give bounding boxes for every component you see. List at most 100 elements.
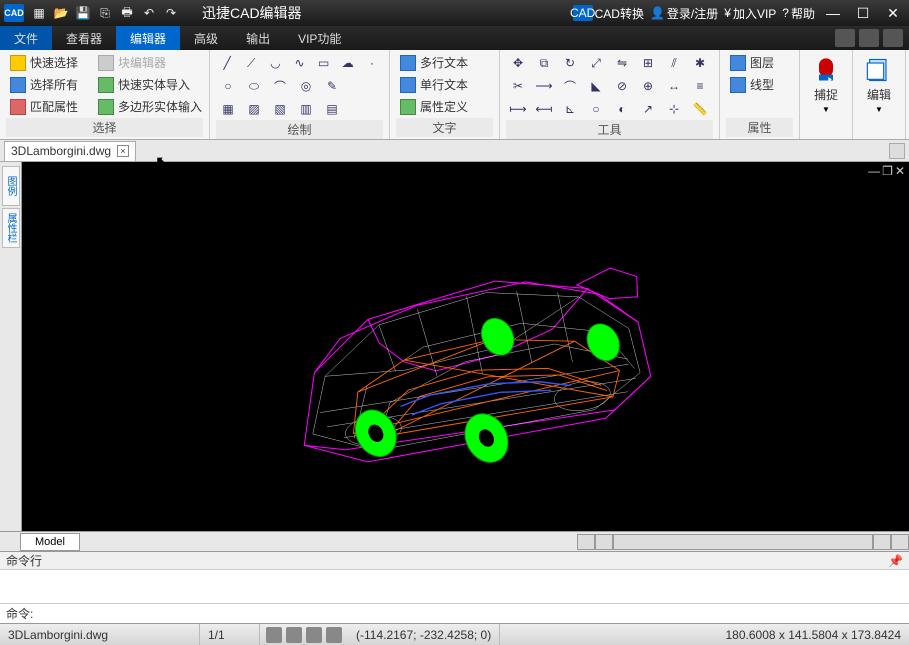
document-tab-label: 3DLamborgini.dwg	[11, 144, 111, 158]
scroll-next-icon[interactable]	[873, 534, 891, 550]
dim1-icon[interactable]: ⟼	[508, 100, 528, 118]
palette-props[interactable]: 属性栏	[2, 208, 20, 248]
scroll-first-icon[interactable]	[577, 534, 595, 550]
cloud-icon[interactable]: ☁	[339, 54, 357, 72]
quickselect-button[interactable]: 快速选择	[6, 52, 82, 73]
polyinput-button[interactable]: 多边形实体输入	[94, 96, 206, 117]
offset-icon[interactable]: ⫽	[664, 54, 684, 72]
join-icon[interactable]: ⊕	[638, 77, 658, 95]
mirror-icon[interactable]: ⇋	[612, 54, 632, 72]
model-tab[interactable]: Model	[20, 533, 80, 551]
measure-icon[interactable]: 📏	[690, 100, 710, 118]
matchprops-button[interactable]: 匹配属性	[6, 96, 82, 117]
status-polar-icon[interactable]	[326, 627, 342, 643]
tool-help-icon[interactable]	[883, 29, 903, 47]
vip-button[interactable]: ¥加入VIP	[724, 5, 776, 22]
edit-button[interactable]: 编辑 ▼	[859, 52, 899, 118]
ellipse-icon[interactable]: ⬭	[244, 77, 264, 95]
dim5-icon[interactable]: ◐	[612, 100, 632, 118]
align-icon[interactable]: ≡	[690, 77, 710, 95]
scroll-prev-icon[interactable]	[595, 534, 613, 550]
palette-legend[interactable]: 图例	[2, 166, 20, 206]
table-icon[interactable]: ▥	[296, 100, 316, 118]
drawing-canvas[interactable]: — ❐ ✕	[22, 162, 909, 531]
layer-button[interactable]: 图层	[726, 52, 793, 73]
region-icon[interactable]: ▨	[244, 100, 264, 118]
close-icon[interactable]: ✕	[881, 3, 905, 23]
maximize-icon[interactable]: ☐	[851, 3, 875, 23]
document-tab[interactable]: 3DLamborgini.dwg ×	[4, 141, 136, 161]
menu-viewer[interactable]: 查看器	[52, 26, 116, 50]
snap-button[interactable]: 捕捉 ▼	[806, 52, 846, 118]
scroll-last-icon[interactable]	[891, 534, 909, 550]
undo-icon[interactable]: ↶	[138, 3, 160, 23]
text-button[interactable]: 单行文本	[396, 74, 493, 95]
rotate-icon[interactable]: ↻	[560, 54, 580, 72]
tab-close-icon[interactable]: ×	[117, 145, 129, 157]
menu-editor[interactable]: 编辑器	[116, 26, 180, 50]
dim4-icon[interactable]: ○	[586, 100, 606, 118]
vp-max-icon[interactable]: ❐	[882, 164, 893, 178]
new-icon[interactable]: ▦	[28, 3, 50, 23]
menu-file[interactable]: 文件	[0, 26, 52, 50]
ucs-icon[interactable]: ⊹	[664, 100, 684, 118]
spline-icon[interactable]: ∿	[290, 54, 308, 72]
selectall-button[interactable]: 选择所有	[6, 74, 82, 95]
copy-icon[interactable]: ⧉	[534, 54, 554, 72]
boundary-icon[interactable]: ▧	[270, 100, 290, 118]
command-input[interactable]: 命令:	[0, 603, 909, 623]
trim-icon[interactable]: ✂	[508, 77, 528, 95]
circle-icon[interactable]: ○	[218, 77, 238, 95]
line-icon[interactable]: ╱	[218, 54, 236, 72]
dim2-icon[interactable]: ⟻	[534, 100, 554, 118]
menu-vip[interactable]: VIP功能	[284, 26, 355, 50]
status-snap-icon[interactable]	[266, 627, 282, 643]
login-button[interactable]: 👤登录/注册	[650, 5, 718, 22]
hatch-icon[interactable]: ▦	[218, 100, 238, 118]
tab-dropdown-icon[interactable]	[889, 143, 905, 159]
help-button[interactable]: ?帮助	[782, 5, 815, 22]
break-icon[interactable]: ⊘	[612, 77, 632, 95]
menu-output[interactable]: 输出	[232, 26, 284, 50]
status-grid-icon[interactable]	[286, 627, 302, 643]
pen-icon[interactable]: ✎	[322, 77, 342, 95]
menu-advanced[interactable]: 高级	[180, 26, 232, 50]
hscrollbar[interactable]	[613, 534, 873, 550]
print-icon[interactable]: 🖶	[116, 3, 138, 23]
rect-icon[interactable]: ▭	[315, 54, 333, 72]
cad-convert-button[interactable]: CADCAD转换	[573, 5, 644, 22]
vp-close-icon[interactable]: ✕	[895, 164, 905, 178]
save-icon[interactable]: 💾	[72, 3, 94, 23]
mtext-button[interactable]: 多行文本	[396, 52, 493, 73]
pin-icon[interactable]: 📌	[888, 554, 903, 568]
array-icon[interactable]: ⊞	[638, 54, 658, 72]
image-icon[interactable]: ▤	[322, 100, 342, 118]
blockedit-button[interactable]: 块编辑器	[94, 52, 170, 73]
tool-brush-icon[interactable]	[835, 29, 855, 47]
move-icon[interactable]: ✥	[508, 54, 528, 72]
stretch-icon[interactable]: ↔	[664, 77, 684, 95]
point-icon[interactable]: ·	[363, 54, 381, 72]
dim3-icon[interactable]: ⊾	[560, 100, 580, 118]
saveall-icon[interactable]: ⎘	[94, 3, 116, 23]
ring-icon[interactable]: ◎	[296, 77, 316, 95]
minimize-icon[interactable]: —	[821, 3, 845, 23]
attrdef-button[interactable]: 属性定义	[396, 96, 493, 117]
open-icon[interactable]: 📂	[50, 3, 72, 23]
extend-icon[interactable]: ⟶	[534, 77, 554, 95]
command-log[interactable]	[0, 570, 909, 603]
leader-icon[interactable]: ↗	[638, 100, 658, 118]
fillet-icon[interactable]: ⌒	[560, 77, 580, 95]
arc-icon[interactable]: ◡	[266, 54, 284, 72]
vp-min-icon[interactable]: —	[868, 164, 880, 178]
arc2-icon[interactable]: ⌒	[270, 77, 290, 95]
linetype-button[interactable]: 线型	[726, 74, 793, 95]
redo-icon[interactable]: ↷	[160, 3, 182, 23]
scale-icon[interactable]: ⤢	[586, 54, 606, 72]
tool-settings-icon[interactable]	[859, 29, 879, 47]
explode-icon[interactable]: ✱	[690, 54, 710, 72]
entityimport-button[interactable]: 快速实体导入	[94, 74, 194, 95]
polyline-icon[interactable]: ⟋	[242, 54, 260, 72]
chamfer-icon[interactable]: ◣	[586, 77, 606, 95]
status-ortho-icon[interactable]	[306, 627, 322, 643]
